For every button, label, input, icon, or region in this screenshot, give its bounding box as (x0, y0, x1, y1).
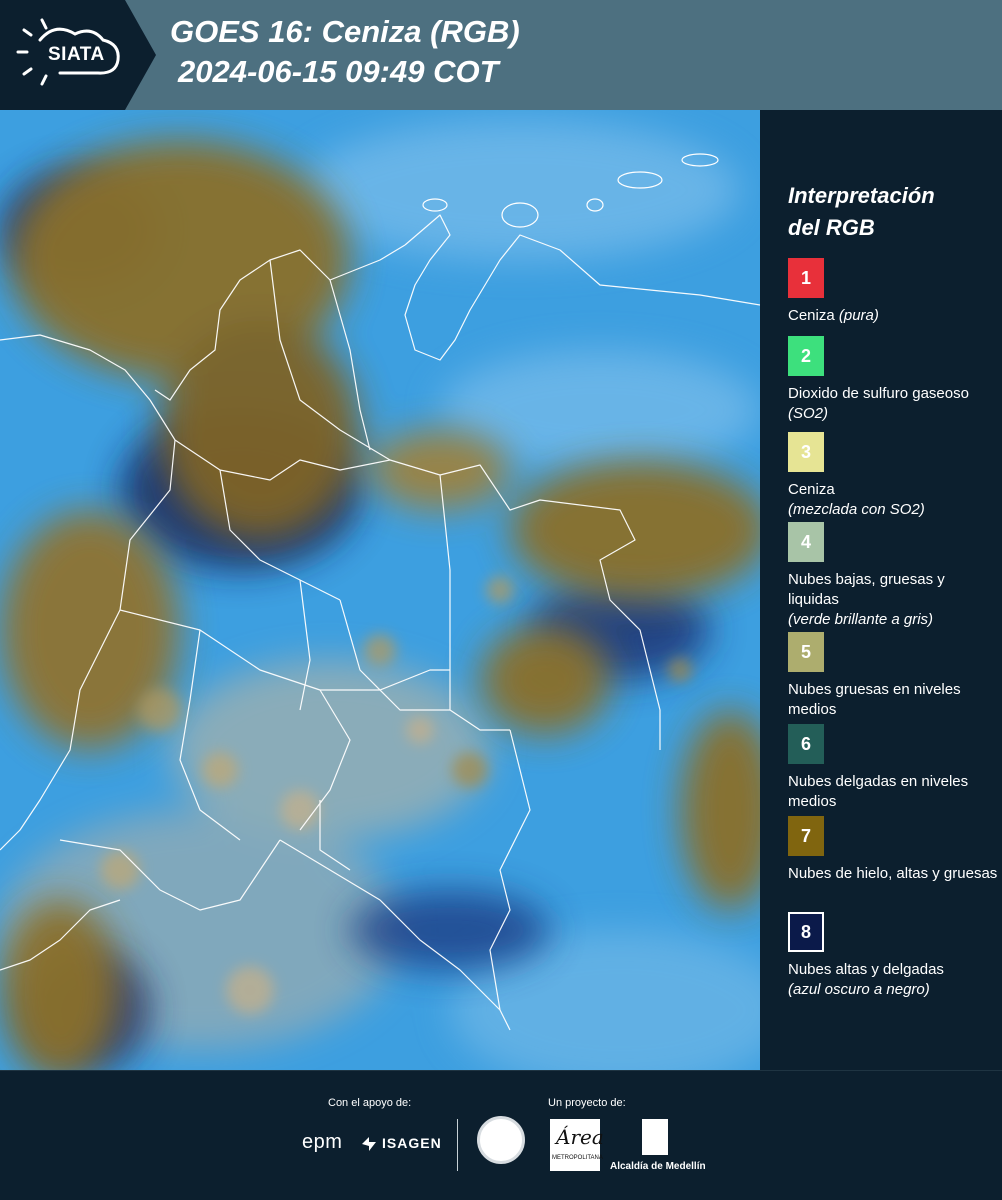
area-logo-small: METROPOLITANA (552, 1155, 603, 1161)
epm-logo: epm (302, 1131, 343, 1153)
legend-note: (SO2) (788, 405, 829, 422)
isagen-icon (362, 1137, 376, 1151)
alcaldia-logo-text: Alcaldía de Medellín (610, 1161, 706, 1172)
legend-swatch: 4 (788, 522, 824, 562)
legend-swatch: 7 (788, 816, 824, 856)
legend-title-line1: Interpretación (788, 183, 935, 208)
legend-item-3: 3 Ceniza (mezclada con SO2) (788, 432, 998, 520)
area-metropolitana-logo: Área METROPOLITANA (550, 1119, 604, 1171)
legend-label: Nubes delgadas en niveles medios (788, 773, 969, 810)
legend-item-5: 5 Nubes gruesas en niveles medios (788, 632, 998, 720)
support-label: Con el apoyo de: (328, 1097, 412, 1109)
legend-title: Interpretación del RGB (788, 180, 988, 244)
legend-swatch: 1 (788, 258, 824, 298)
legend-text: Nubes altas y delgadas (788, 961, 944, 978)
satellite-image (0, 110, 760, 1070)
area-logo-mark: Área (556, 1125, 604, 1149)
siata-logo: SIATA (0, 0, 160, 110)
legend-swatch: 2 (788, 336, 824, 376)
legend-note: (verde brillante a gris) (788, 611, 934, 628)
legend-label: Dioxido de sulfuro gaseoso (SO2) (788, 384, 998, 424)
legend-item-1: 1 Ceniza (pura) (788, 258, 998, 326)
footer: Con el apoyo de: Un proyecto de: epm ISA… (0, 1070, 1002, 1200)
legend-label: Ceniza (pura) (788, 306, 998, 326)
legend-swatch: 8 (788, 912, 824, 952)
project-label: Un proyecto de: (548, 1097, 626, 1109)
footer-divider (457, 1119, 458, 1171)
legend-note: (azul oscuro a negro) (788, 981, 930, 998)
legend-label: Nubes gruesas en niveles medios (788, 681, 961, 718)
legend-note: (pura) (838, 307, 879, 324)
legend-label: Nubes de hielo, altas y gruesas (788, 865, 998, 882)
legend-text: Dioxido de sulfuro gaseoso (788, 385, 969, 402)
legend-swatch: 3 (788, 432, 824, 472)
timestamp: 2024-06-15 09:49 COT (178, 54, 499, 89)
legend-item-8: 8 Nubes altas y delgadas (azul oscuro a n… (788, 912, 998, 1000)
page-title: GOES 16: Ceniza (RGB) (170, 14, 520, 49)
legend-item-4: 4 Nubes bajas, gruesas y liquidas (verde … (788, 522, 998, 630)
legend-label: Nubes bajas, gruesas y liquidas (verde br… (788, 570, 998, 630)
legend-item-7: 7 Nubes de hielo, altas y gruesas (788, 816, 998, 884)
alcaldia-shield-icon (642, 1119, 668, 1155)
legend-swatch: 5 (788, 632, 824, 672)
legend-item-6: 6 Nubes delgadas en niveles medios (788, 724, 998, 812)
legend-text: Ceniza (788, 307, 835, 324)
legend-panel: Interpretación del RGB 1 Ceniza (pura) 2… (762, 110, 1002, 1070)
siata-logo-text: SIATA (48, 44, 105, 65)
header-bar: SIATA GOES 16: Ceniza (RGB) 2024-06-15 0… (0, 0, 1002, 110)
legend-text: Nubes bajas, gruesas y liquidas (788, 571, 945, 608)
legend-label: Nubes altas y delgadas (azul oscuro a neg… (788, 960, 998, 1000)
legend-note: (mezclada con SO2) (788, 501, 925, 518)
legend-text: Ceniza (788, 481, 835, 498)
legend-swatch: 6 (788, 724, 824, 764)
legend-title-line2: del RGB (788, 215, 875, 240)
seal-icon (477, 1116, 525, 1164)
legend-item-2: 2 Dioxido de sulfuro gaseoso (SO2) (788, 336, 998, 424)
isagen-logo: ISAGEN (382, 1135, 442, 1151)
legend-label: Ceniza (mezclada con SO2) (788, 480, 998, 520)
